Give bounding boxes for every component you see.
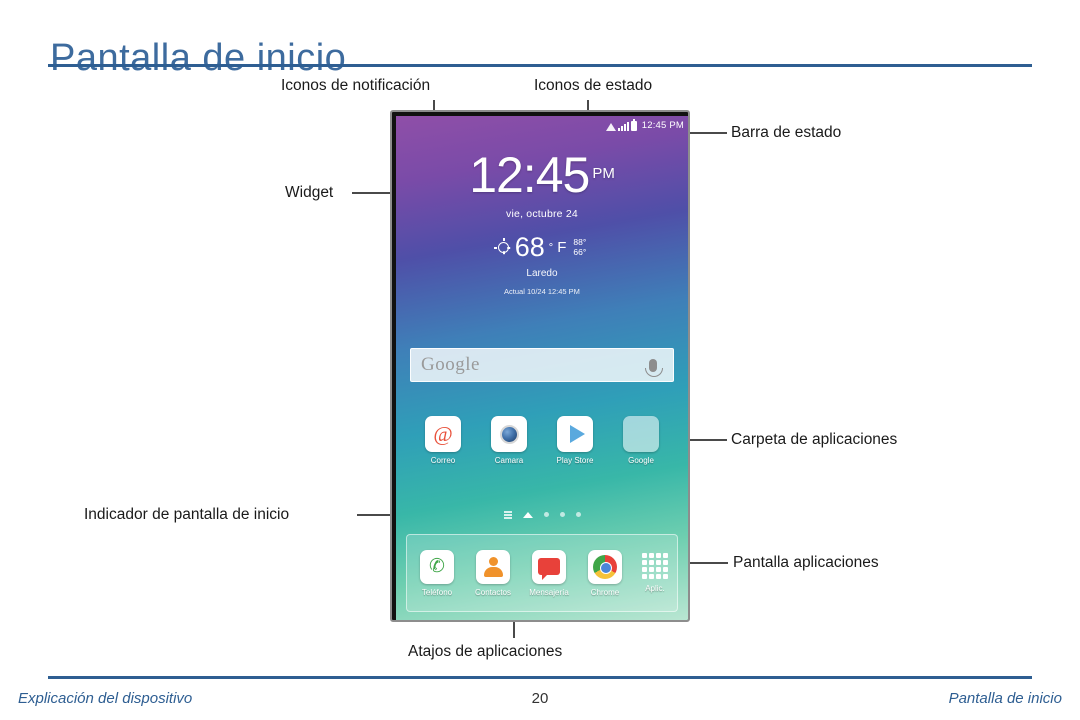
- battery-icon: [630, 118, 637, 131]
- app-label: Google: [628, 456, 654, 465]
- dock-label: Teléfono: [421, 587, 453, 597]
- email-icon: @: [425, 416, 461, 452]
- callout-app-shortcuts: Atajos de aplicaciones: [408, 643, 563, 660]
- page-dot[interactable]: [575, 512, 581, 518]
- weather-temperature: 68: [514, 232, 545, 262]
- wifi-icon: [605, 122, 616, 131]
- weather-unit: F: [557, 239, 567, 256]
- phone-screen: 12:45 PM 12:45 PM vie, octubre 24 68 ° F …: [396, 116, 688, 620]
- sun-icon: [493, 238, 509, 253]
- camera-icon: [491, 416, 527, 452]
- page-dot[interactable]: [559, 512, 565, 518]
- home-page-icon[interactable]: [522, 511, 533, 518]
- apps-screen-button[interactable]: Aplic.: [633, 553, 677, 593]
- apps-button-label: Aplic.: [645, 584, 665, 593]
- clock-time: 12:45: [469, 147, 590, 203]
- callout-app-folder: Carpeta de aplicaciones: [731, 431, 898, 448]
- dock-label: Contactos: [474, 587, 512, 597]
- clock-time-row: 12:45 PM: [396, 150, 688, 200]
- home-screen-indicator[interactable]: [396, 511, 688, 519]
- dock-item-telefono[interactable]: ✆ Teléfono: [409, 549, 465, 597]
- weather-city: Laredo: [526, 268, 558, 279]
- callout-apps-screen: Pantalla aplicaciones: [733, 554, 879, 571]
- clock-date: vie, octubre 24: [506, 208, 578, 220]
- phone-icon: ✆: [420, 549, 454, 584]
- app-label: Correo: [430, 456, 456, 465]
- dock-label: Chrome: [590, 587, 620, 597]
- weather-widget[interactable]: 68 ° F 88° 66° Laredo Actual 10/24 12:45…: [396, 234, 688, 296]
- callout-status-icons: Iconos de estado: [534, 77, 653, 94]
- weather-updated: Actual 10/24 12:45 PM: [504, 287, 580, 296]
- page-title: Pantalla de inicio: [50, 37, 347, 80]
- page-number: 20: [531, 690, 549, 707]
- phone-illustration: 12:45 PM 12:45 PM vie, octubre 24 68 ° F …: [390, 110, 690, 622]
- weather-main-row: 68 ° F 88° 66°: [396, 234, 688, 261]
- apps-grid-icon: [642, 553, 668, 579]
- app-label: Play Store: [556, 456, 594, 465]
- dock-item-contactos[interactable]: Contactos: [465, 549, 521, 597]
- app-shortcut-correo[interactable]: @ Correo: [415, 416, 471, 465]
- callout-widget: Widget: [285, 184, 334, 201]
- google-logo: Google: [421, 354, 480, 375]
- clock-widget[interactable]: 12:45 PM vie, octubre 24: [396, 150, 688, 220]
- app-shortcut-camara[interactable]: Camara: [481, 416, 537, 465]
- pages-overview-icon[interactable]: [503, 511, 512, 519]
- contacts-icon: [476, 549, 510, 584]
- app-shortcuts-dock: ✆ Teléfono Contactos Mensajería Chrome A…: [406, 534, 678, 612]
- google-folder-icon: [623, 416, 659, 452]
- weather-high-low: 88° 66°: [573, 237, 587, 258]
- weather-low: 66°: [573, 246, 587, 257]
- status-bar-time: 12:45 PM: [641, 119, 684, 131]
- callout-home-screen-indicator: Indicador de pantalla de inicio: [84, 506, 290, 523]
- weather-degree-symbol: °: [548, 241, 554, 254]
- app-folder-google[interactable]: Google: [613, 416, 669, 465]
- google-search-bar[interactable]: Google: [410, 348, 674, 382]
- status-bar: 12:45 PM: [396, 116, 688, 134]
- dock-item-mensajeria[interactable]: Mensajería: [521, 549, 577, 597]
- footer-divider: [48, 676, 1032, 679]
- app-shortcut-play-store[interactable]: Play Store: [547, 416, 603, 465]
- dock-label: Mensajería: [529, 587, 569, 597]
- clock-ampm: PM: [592, 165, 615, 182]
- title-divider: [48, 64, 1032, 67]
- status-bar-icons: 12:45 PM: [605, 118, 684, 131]
- app-label: Camara: [494, 456, 524, 465]
- leader-app-shortcuts: [513, 620, 515, 638]
- dock-item-chrome[interactable]: Chrome: [577, 549, 633, 597]
- dock-apps: ✆ Teléfono Contactos Mensajería Chrome: [407, 549, 633, 597]
- callout-status-bar: Barra de estado: [731, 124, 842, 141]
- messaging-icon: [532, 549, 566, 584]
- footer-topic-label: Pantalla de inicio: [948, 690, 1062, 707]
- callout-notification-icons: Iconos de notificación: [281, 77, 431, 94]
- document-page: Pantalla de inicio Iconos de notificació…: [0, 0, 1080, 720]
- page-dot[interactable]: [543, 512, 549, 518]
- signal-icon: [617, 121, 629, 131]
- home-app-row: @ Correo Camara Play Store Google: [396, 416, 688, 465]
- play-store-icon: [557, 416, 593, 452]
- microphone-icon[interactable]: [645, 358, 663, 377]
- chrome-icon: [588, 549, 622, 584]
